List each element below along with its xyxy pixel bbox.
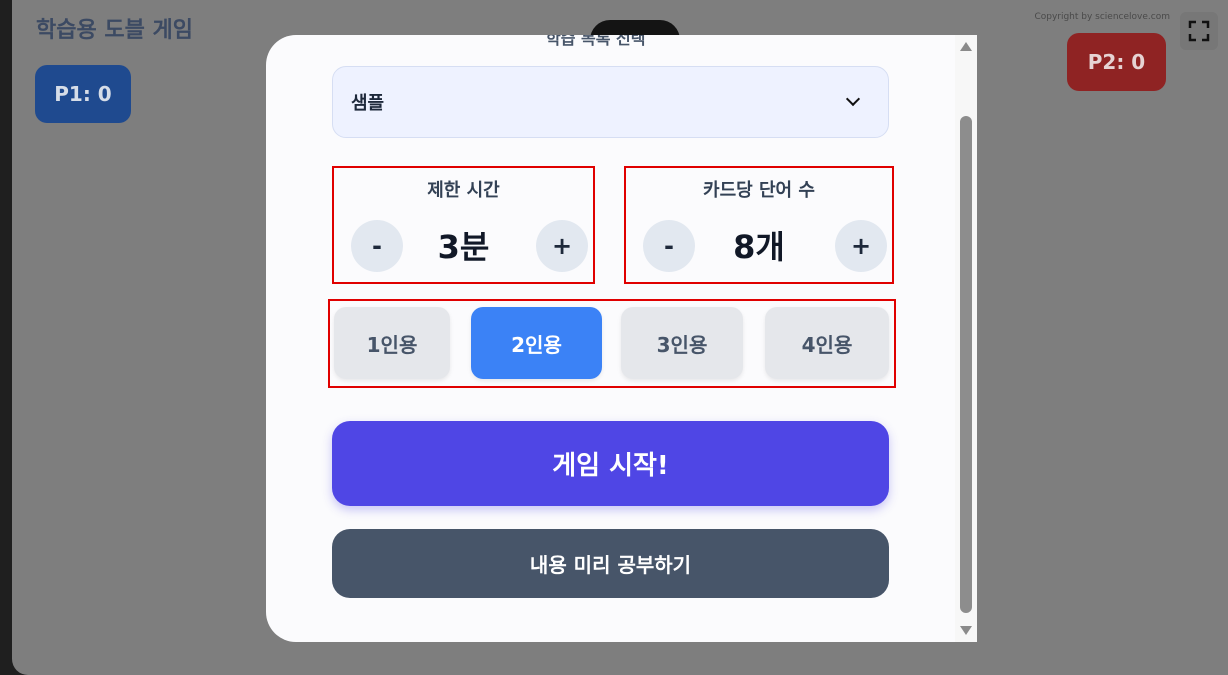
player-option-3[interactable]: 3인용 xyxy=(621,307,743,379)
select-value: 샘플 xyxy=(351,93,385,114)
start-game-button[interactable]: 게임 시작! xyxy=(332,421,889,506)
player-option-1[interactable]: 1인용 xyxy=(334,307,450,379)
player-option-2[interactable]: 2인용 xyxy=(471,307,602,379)
preview-study-button[interactable]: 내용 미리 공부하기 xyxy=(332,529,889,598)
words-increase-button[interactable]: + xyxy=(835,220,887,272)
chevron-down-icon xyxy=(845,91,861,107)
words-per-card-label: 카드당 단어 수 xyxy=(703,180,815,201)
scroll-down-arrow-icon[interactable] xyxy=(960,626,972,635)
player2-score: P2: 0 xyxy=(1067,33,1166,91)
scroll-up-arrow-icon[interactable] xyxy=(960,42,972,51)
settings-modal: 학습 목록 선택 샘플 제한 시간 - 3분 + 카드당 단어 수 - 8개 +… xyxy=(266,35,977,642)
player1-score: P1: 0 xyxy=(35,65,131,123)
time-limit-label: 제한 시간 xyxy=(427,180,500,201)
fullscreen-button[interactable] xyxy=(1180,12,1218,50)
words-per-card-setting: 카드당 단어 수 - 8개 + xyxy=(624,166,894,284)
time-limit-setting: 제한 시간 - 3분 + xyxy=(332,166,595,284)
list-select-heading: 학습 목록 선택 xyxy=(546,35,646,48)
word-list-select[interactable]: 샘플 xyxy=(332,66,889,138)
scroll-thumb[interactable] xyxy=(960,116,972,613)
app-title: 학습용 도블 게임 xyxy=(36,18,193,43)
modal-scrollbar[interactable] xyxy=(955,35,977,642)
player-option-4[interactable]: 4인용 xyxy=(765,307,889,379)
time-increase-button[interactable]: + xyxy=(536,220,588,272)
fullscreen-icon xyxy=(1188,20,1210,42)
player-count-options: 1인용 2인용 3인용 4인용 xyxy=(328,299,896,388)
copyright-text: Copyright by sciencelove.com xyxy=(1034,12,1170,22)
